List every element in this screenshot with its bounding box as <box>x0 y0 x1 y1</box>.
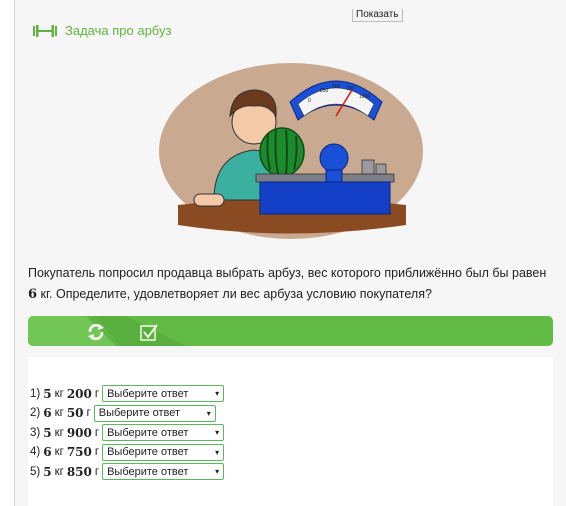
refresh-icon[interactable] <box>86 322 106 342</box>
chevron-down-icon: ▾ <box>215 467 220 477</box>
task-toolbar <box>28 316 553 346</box>
answer-select-2[interactable]: Выберите ответ ▾ <box>93 404 216 422</box>
watermelon-scale-illustration: 0 250 500 750 1000 <box>159 63 423 239</box>
checkmark-icon[interactable] <box>139 322 159 342</box>
answer-row: 2) 6 кг 50 г Выберите ответ ▾ <box>30 404 224 424</box>
scale-tick-250: 250 <box>320 88 329 94</box>
chevron-down-icon: ▾ <box>206 408 211 418</box>
answer-row: 1) 5 кг 200 г Выберите ответ ▾ <box>30 384 225 404</box>
answer-row: 5) 5 кг 850 г Выберите ответ ▾ <box>30 462 225 482</box>
question-text: Покупатель попросил продавца выбрать арб… <box>28 266 547 302</box>
chevron-down-icon: ▾ <box>215 428 220 438</box>
answer-select-3[interactable]: Выберите ответ ▾ <box>102 424 225 442</box>
answers-list: 1) 5 кг 200 г Выберите ответ ▾ 2) 6 кг 50 г Выбер… <box>30 384 225 482</box>
scale-tick-0: 0 <box>308 98 311 104</box>
show-button[interactable]: Показать <box>352 9 403 22</box>
task-header: Задача про арбуз <box>33 23 171 38</box>
dumbbell-icon <box>33 24 57 37</box>
scale-tick-750: 750 <box>346 86 355 92</box>
task-title: Задача про арбуз <box>65 23 172 38</box>
chevron-down-icon: ▾ <box>215 447 220 457</box>
target-weight: 6 <box>28 287 38 302</box>
answer-select-4[interactable]: Выберите ответ ▾ <box>102 443 225 461</box>
scale-tick-500: 500 <box>332 84 341 90</box>
answer-select-1[interactable]: Выберите ответ ▾ <box>102 385 225 403</box>
answer-row: 4) 6 кг 750 г Выберите ответ ▾ <box>30 443 225 463</box>
answer-row: 3) 5 кг 900 г Выберите ответ ▾ <box>30 423 225 443</box>
chevron-down-icon: ▾ <box>215 389 220 399</box>
answer-select-5[interactable]: Выберите ответ ▾ <box>102 463 225 481</box>
scale-tick-1000: 1000 <box>359 94 370 100</box>
